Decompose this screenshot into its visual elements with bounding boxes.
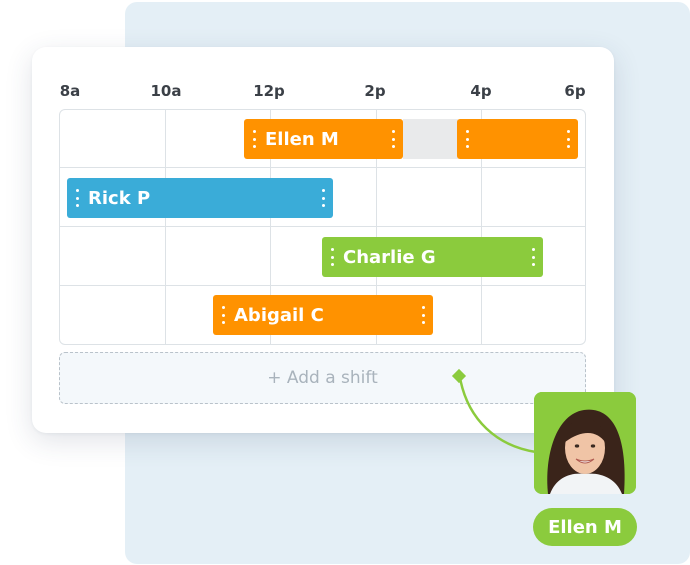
time-label-12p: 12p: [253, 82, 285, 100]
grid-column-line: [165, 110, 166, 344]
shift-name: Rick P: [88, 187, 151, 209]
time-label-10a: 10a: [150, 82, 182, 100]
shift-bar-charlie-g[interactable]: Charlie G: [322, 237, 543, 277]
shift-name: Charlie G: [343, 246, 436, 268]
shift-bar-abigail-c[interactable]: Abigail C: [213, 295, 433, 335]
person-photo-icon: [534, 392, 636, 494]
grid-row-line: [60, 226, 585, 227]
grid-row-line: [60, 285, 585, 286]
shift-name: Ellen M: [265, 128, 339, 150]
time-label-6p: 6p: [564, 82, 586, 100]
assignee-name: Ellen M: [548, 516, 622, 538]
shift-bar-ellen-m-continued[interactable]: [457, 119, 578, 159]
drag-handle-icon[interactable]: [566, 130, 570, 148]
time-label-2p: 2p: [364, 82, 386, 100]
shift-bar-ellen-m[interactable]: Ellen M: [244, 119, 403, 159]
add-shift-label: + Add a shift: [267, 368, 378, 388]
unassigned-gap: [403, 119, 458, 159]
drag-handle-icon[interactable]: [465, 130, 469, 148]
add-shift-button[interactable]: + Add a shift: [59, 352, 586, 404]
drag-handle-icon[interactable]: [321, 189, 325, 207]
shift-bar-rick-p[interactable]: Rick P: [67, 178, 333, 218]
drag-handle-icon[interactable]: [221, 306, 225, 324]
assignee-name-badge: Ellen M: [533, 508, 637, 546]
drag-handle-icon[interactable]: [531, 248, 535, 266]
time-label-4p: 4p: [470, 82, 492, 100]
grid-row-line: [60, 167, 585, 168]
drag-handle-icon[interactable]: [252, 130, 256, 148]
drag-handle-icon[interactable]: [421, 306, 425, 324]
time-label-8a: 8a: [59, 82, 81, 100]
drag-handle-icon[interactable]: [75, 189, 79, 207]
drag-handle-icon[interactable]: [391, 130, 395, 148]
shift-name: Abigail C: [234, 304, 324, 326]
avatar[interactable]: [534, 392, 636, 494]
drag-handle-icon[interactable]: [330, 248, 334, 266]
